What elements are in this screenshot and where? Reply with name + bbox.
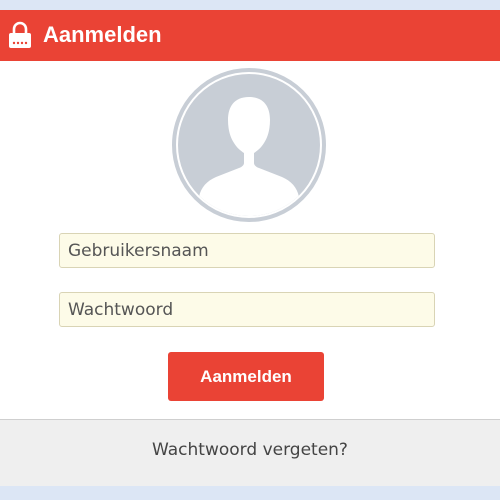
login-button[interactable]: Aanmelden <box>168 352 324 401</box>
dialog-header: Aanmelden <box>0 10 500 61</box>
user-avatar-icon <box>172 68 326 222</box>
lock-icon <box>9 21 31 48</box>
dialog-footer: Wachtwoord vergeten? <box>0 419 500 486</box>
password-field[interactable] <box>59 292 435 327</box>
username-field[interactable] <box>59 233 435 268</box>
login-dialog: Aanmelden Aanmelden Wachtwoord vergeten? <box>0 10 500 486</box>
forgot-password-link[interactable]: Wachtwoord vergeten? <box>152 440 348 460</box>
dialog-title: Aanmelden <box>43 22 162 47</box>
